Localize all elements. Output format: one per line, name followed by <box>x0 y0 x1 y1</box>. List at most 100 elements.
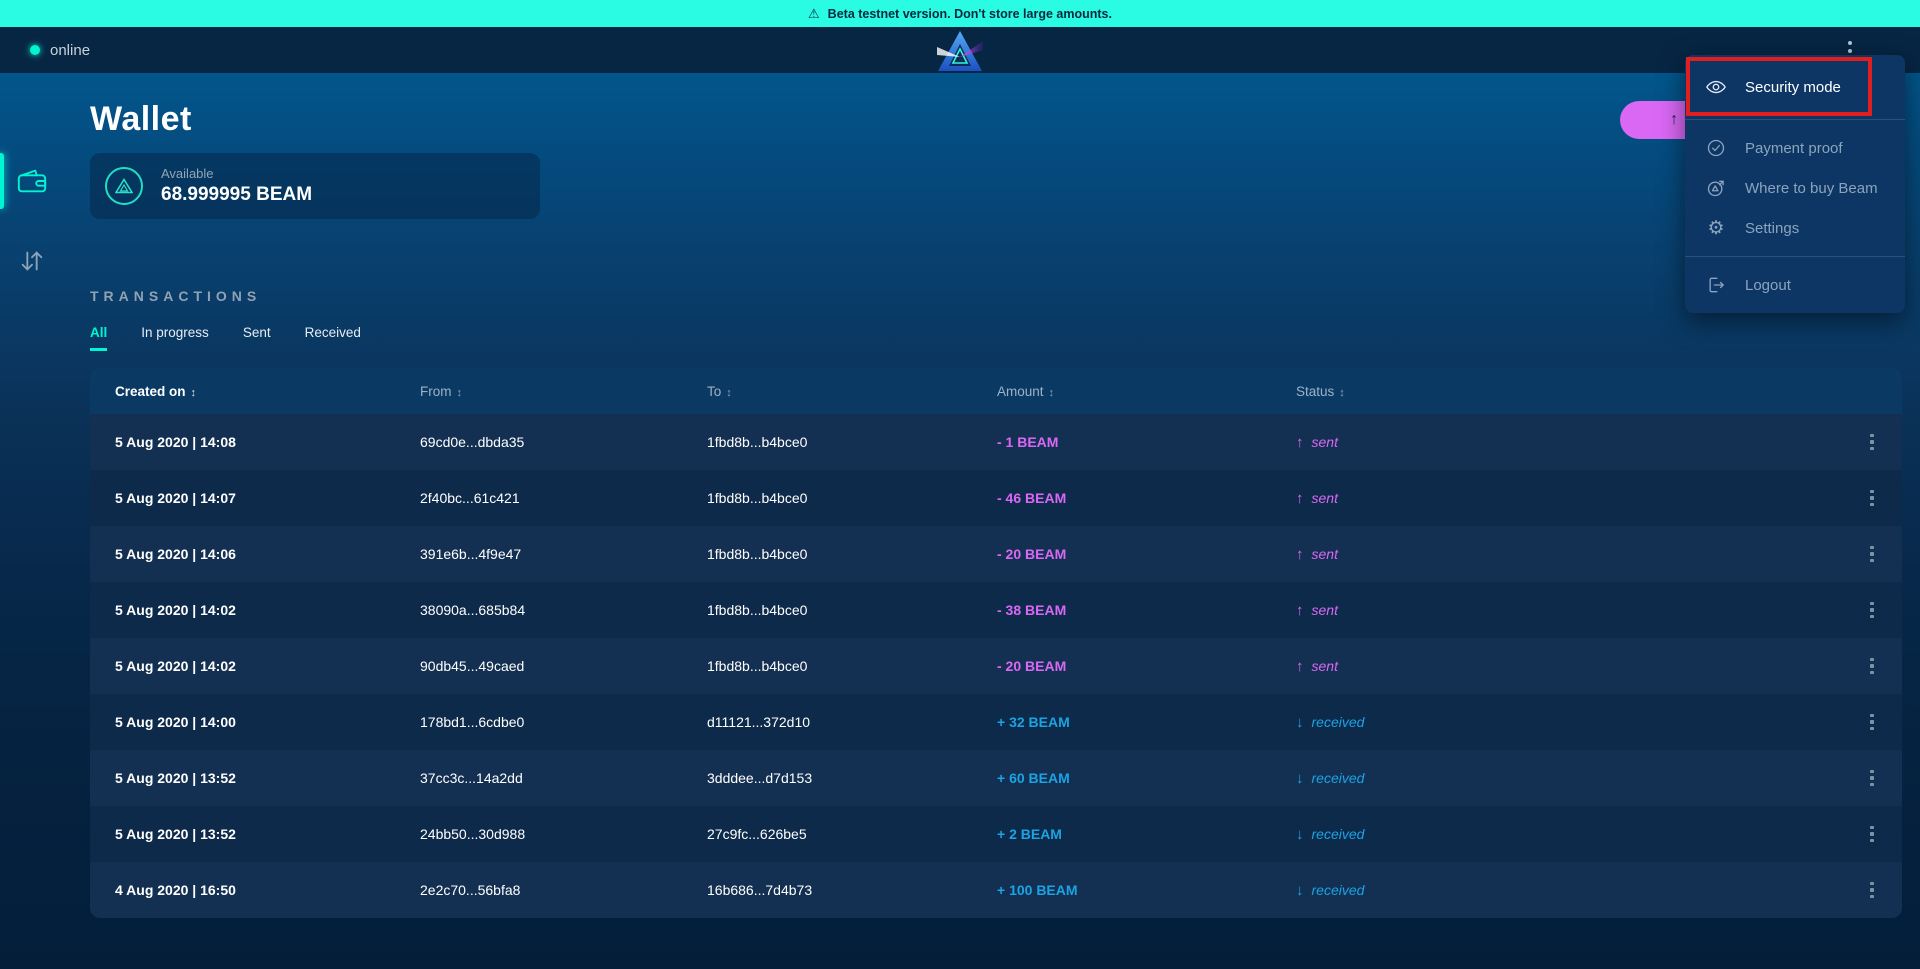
tx-created-on: 5 Aug 2020 | 14:02 <box>90 658 420 674</box>
tx-status: ↓received <box>1290 770 1842 787</box>
tx-from: 69cd0e...dbda35 <box>420 434 707 450</box>
tx-created-on: 4 Aug 2020 | 16:50 <box>90 882 420 898</box>
row-menu-button[interactable] <box>1864 652 1880 681</box>
tx-to: 1fbd8b...b4bce0 <box>707 658 997 674</box>
kebab-menu-icon <box>1870 602 1874 606</box>
gear-icon: ⚙ <box>1704 219 1728 238</box>
table-row[interactable]: 5 Aug 2020 | 14:02 38090a...685b84 1fbd8… <box>90 582 1902 638</box>
tx-created-on: 5 Aug 2020 | 14:06 <box>90 546 420 562</box>
tx-from: 2e2c70...56bfa8 <box>420 882 707 898</box>
online-dot-icon <box>30 45 40 55</box>
sort-icon: ↕ <box>1339 387 1345 399</box>
wallet-page: Wallet Available 68.999995 BEAM TRANSACT… <box>90 73 1902 918</box>
kebab-menu-icon <box>1848 41 1852 45</box>
tab-in-progress[interactable]: In progress <box>141 325 209 351</box>
tx-to: 1fbd8b...b4bce0 <box>707 490 997 506</box>
menu-item-label: Security mode <box>1745 79 1841 96</box>
row-menu-button[interactable] <box>1864 596 1880 625</box>
beta-banner-text: Beta testnet version. Don't store large … <box>828 7 1112 21</box>
menu-item-label: Where to buy Beam <box>1745 180 1878 197</box>
tab-all[interactable]: All <box>90 325 107 351</box>
row-menu-button[interactable] <box>1864 540 1880 569</box>
logout-icon <box>1704 275 1728 295</box>
kebab-menu-icon <box>1870 770 1874 774</box>
table-row[interactable]: 5 Aug 2020 | 14:06 391e6b...4f9e47 1fbd8… <box>90 526 1902 582</box>
main-area: Wallet Available 68.999995 BEAM TRANSACT… <box>0 73 1920 969</box>
received-arrow-icon: ↓ <box>1296 826 1304 843</box>
tx-amount: - 20 BEAM <box>997 658 1290 674</box>
kebab-menu-icon <box>1870 714 1874 718</box>
table-row[interactable]: 5 Aug 2020 | 14:00 178bd1...6cdbe0 d1112… <box>90 694 1902 750</box>
menu-item-security-mode[interactable]: Security mode <box>1685 55 1905 119</box>
tx-from: 90db45...49caed <box>420 658 707 674</box>
tx-from: 24bb50...30d988 <box>420 826 707 842</box>
row-menu-button[interactable] <box>1864 820 1880 849</box>
column-to[interactable]: To↕ <box>707 384 997 399</box>
table-row[interactable]: 4 Aug 2020 | 16:50 2e2c70...56bfa8 16b68… <box>90 862 1902 918</box>
tx-status-label: sent <box>1312 490 1338 506</box>
sent-arrow-icon: ↑ <box>1296 602 1304 619</box>
row-menu-button[interactable] <box>1864 764 1880 793</box>
tx-amount: + 60 BEAM <box>997 770 1290 786</box>
sort-icon: ↕ <box>1049 387 1055 399</box>
kebab-menu-icon <box>1870 658 1874 662</box>
table-row[interactable]: 5 Aug 2020 | 14:02 90db45...49caed 1fbd8… <box>90 638 1902 694</box>
row-menu-button[interactable] <box>1864 876 1880 905</box>
tx-status: ↓received <box>1290 714 1842 731</box>
tx-to: 27c9fc...626be5 <box>707 826 997 842</box>
menu-item-settings[interactable]: ⚙ Settings <box>1685 208 1905 248</box>
column-amount[interactable]: Amount↕ <box>997 384 1290 399</box>
buy-beam-icon <box>1704 178 1728 198</box>
tx-status: ↑ sent <box>1290 602 1842 619</box>
row-menu-button[interactable] <box>1864 484 1880 513</box>
tx-to: 1fbd8b...b4bce0 <box>707 602 997 618</box>
available-balance: Available 68.999995 BEAM <box>161 166 312 206</box>
received-arrow-icon: ↓ <box>1296 714 1304 731</box>
tx-status-label: received <box>1312 770 1365 786</box>
sent-arrow-icon: ↑ <box>1296 546 1304 563</box>
kebab-menu-icon <box>1870 826 1874 830</box>
connection-status: online <box>30 27 90 73</box>
tx-amount: - 46 BEAM <box>997 490 1290 506</box>
beta-banner: ⚠ Beta testnet version. Don't store larg… <box>0 0 1920 27</box>
tab-received[interactable]: Received <box>305 325 361 351</box>
sort-icon: ↕ <box>726 387 732 399</box>
row-menu-button[interactable] <box>1864 428 1880 457</box>
menu-item-payment-proof[interactable]: Payment proof <box>1685 128 1905 168</box>
column-from[interactable]: From↕ <box>420 384 707 399</box>
tx-created-on: 5 Aug 2020 | 14:00 <box>90 714 420 730</box>
tx-status: ↑sent <box>1290 546 1842 563</box>
tx-status: ↑sent <box>1290 658 1842 675</box>
available-balance-card: Available 68.999995 BEAM <box>90 153 540 219</box>
tx-status: ↓received <box>1290 882 1842 899</box>
tx-amount: - 1 BEAM <box>997 434 1290 450</box>
transactions-table: Created on↕ From↕ To↕ Amount↕ Status↕ 5 … <box>90 368 1902 918</box>
tx-to: 16b686...7d4b73 <box>707 882 997 898</box>
row-menu-button[interactable] <box>1864 708 1880 737</box>
table-row[interactable]: 5 Aug 2020 | 13:52 24bb50...30d988 27c9f… <box>90 806 1902 862</box>
tx-from: 38090a...685b84 <box>420 602 707 618</box>
sidebar-item-send-receive[interactable] <box>0 233 64 289</box>
tx-from: 2f40bc...61c421 <box>420 490 707 506</box>
tx-to: 1fbd8b...b4bce0 <box>707 434 997 450</box>
table-row[interactable]: 5 Aug 2020 | 14:08 69cd0e...dbda35 1fbd8… <box>90 414 1902 470</box>
sent-arrow-icon: ↑ <box>1296 490 1304 507</box>
menu-item-logout[interactable]: Logout <box>1685 257 1905 313</box>
menu-item-where-to-buy[interactable]: Where to buy Beam <box>1685 168 1905 208</box>
tx-created-on: 5 Aug 2020 | 14:07 <box>90 490 420 506</box>
tx-status-label: sent <box>1312 602 1338 618</box>
sent-arrow-icon: ↑ <box>1296 658 1304 675</box>
eye-icon <box>1704 76 1728 98</box>
sidebar-item-wallet[interactable] <box>0 153 64 209</box>
column-created-on[interactable]: Created on↕ <box>90 384 420 399</box>
tx-from: 37cc3c...14a2dd <box>420 770 707 786</box>
tx-to: 3dddee...d7d153 <box>707 770 997 786</box>
tab-sent[interactable]: Sent <box>243 325 271 351</box>
column-status[interactable]: Status↕ <box>1290 384 1842 399</box>
transactions-section-title: TRANSACTIONS <box>90 288 1902 304</box>
table-row[interactable]: 5 Aug 2020 | 14:07 2f40bc...61c421 1fbd8… <box>90 470 1902 526</box>
send-arrow-icon: ↑ <box>1670 111 1678 129</box>
beam-coin-icon <box>105 167 143 205</box>
table-row[interactable]: 5 Aug 2020 | 13:52 37cc3c...14a2dd 3ddde… <box>90 750 1902 806</box>
kebab-menu-icon <box>1870 882 1874 886</box>
